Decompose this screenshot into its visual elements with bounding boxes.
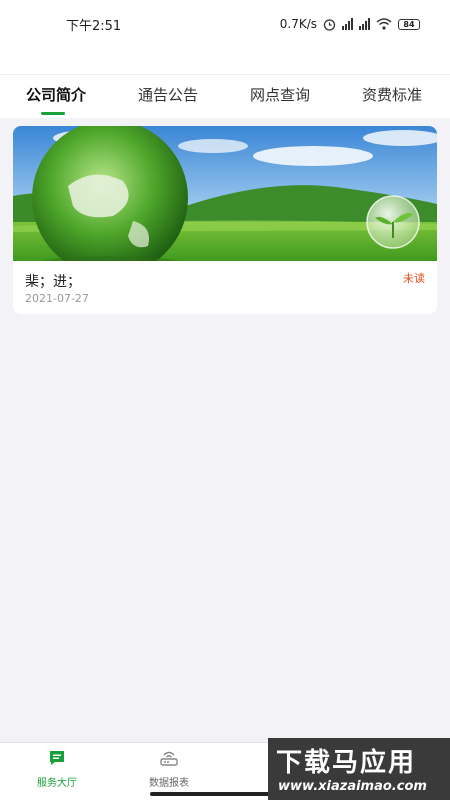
nav-service-label: 服务大厅 [37,778,77,789]
status-time: 下午2:51 [66,18,122,34]
status-bar: 下午2:51 0.7K/s 84 [0,0,450,48]
signal-icon-2 [359,18,370,30]
banner-image [13,126,437,261]
router-icon [160,751,178,766]
tab-outlet-search[interactable]: 网点查询 [224,75,336,119]
tab-notices[interactable]: 通告公告 [112,75,224,119]
nav-report-label: 数据报表 [149,778,189,789]
wifi-icon [376,18,392,30]
tab-fee-standards[interactable]: 资费标准 [336,75,448,119]
alarm-icon [323,18,336,31]
chat-icon [50,751,64,765]
nav-service-hall[interactable]: 服务大厅 [22,749,92,789]
watermark-logo: 下载马应用 www.xiazaimao.com [268,738,450,800]
nav-data-report[interactable]: 数据报表 [134,749,204,789]
status-icons: 0.7K/s 84 [280,17,420,31]
signal-icon [342,18,353,30]
article-title: 棐；进； [25,274,81,290]
watermark-title: 下载马应用 [276,748,417,778]
article-date: 2021-07-27 [25,292,89,305]
network-speed: 0.7K/s [279,17,317,31]
watermark-url: www.xiazaimao.com [278,779,427,794]
unread-badge: 未读 [403,272,425,285]
battery-icon: 84 [398,18,420,30]
tab-bar: 公司简介 通告公告 网点查询 资费标准 [0,74,450,118]
tab-company-intro[interactable]: 公司简介 [0,75,112,119]
header-spacer [0,48,450,74]
article-card[interactable]: 棐；进； 2021-07-27 未读 [13,126,437,314]
